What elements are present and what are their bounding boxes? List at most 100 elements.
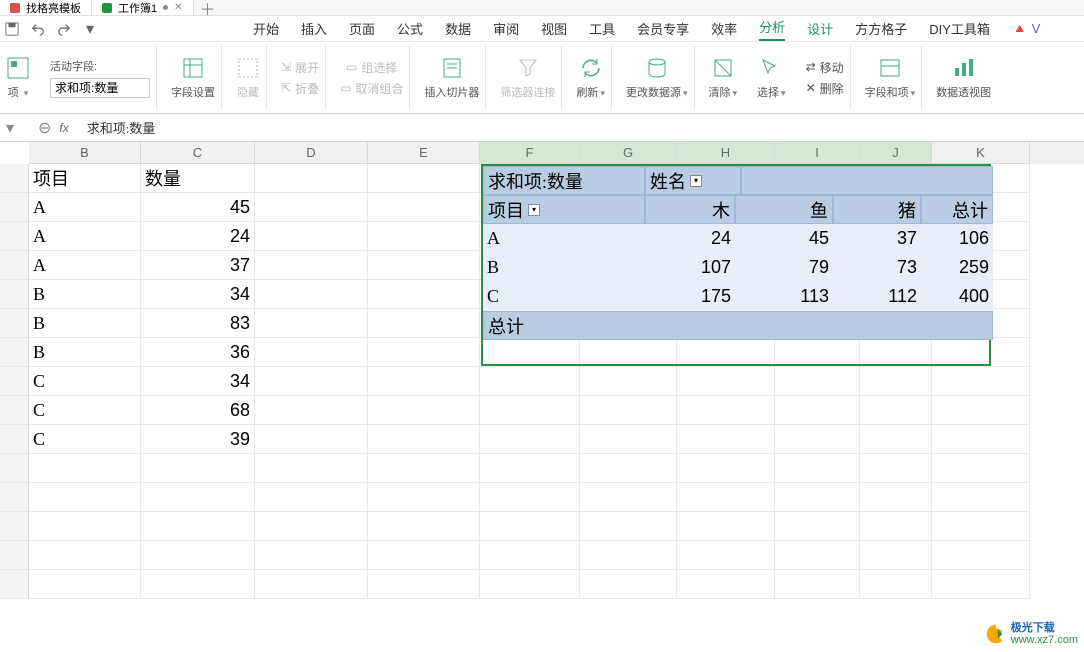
cell[interactable] [775, 541, 860, 570]
pivot-value[interactable]: 24 [645, 224, 735, 253]
ribbon-hide[interactable]: 隐藏 [230, 46, 267, 110]
cell[interactable] [480, 367, 580, 396]
column-header[interactable]: G [580, 142, 677, 164]
pivot-corner[interactable]: 求和项:数量 [483, 166, 645, 195]
cell[interactable] [580, 454, 677, 483]
cell[interactable]: 24 [141, 222, 255, 251]
pivot-hdr-blank[interactable] [741, 166, 993, 195]
cell[interactable] [255, 222, 368, 251]
pivot-total-label[interactable]: 总计 [483, 311, 993, 340]
cell[interactable] [368, 454, 480, 483]
cell[interactable] [580, 396, 677, 425]
cell[interactable] [677, 367, 775, 396]
pivot-value[interactable]: 107 [645, 253, 735, 282]
cell[interactable] [932, 396, 1030, 425]
cell[interactable] [480, 425, 580, 454]
cell[interactable] [255, 193, 368, 222]
menu-analysis[interactable]: 分析 [759, 17, 785, 41]
cell[interactable]: B [29, 338, 141, 367]
column-header[interactable]: F [480, 142, 580, 164]
cell[interactable] [255, 338, 368, 367]
add-tab-button[interactable]: ＋ [194, 0, 222, 15]
cell[interactable] [29, 541, 141, 570]
pivot-value[interactable]: 113 [735, 282, 833, 311]
cell[interactable] [368, 367, 480, 396]
row-header[interactable] [0, 164, 29, 193]
ribbon-pivot-chart[interactable]: 数据透视图 [930, 46, 997, 110]
cell[interactable]: 68 [141, 396, 255, 425]
row-header[interactable] [0, 570, 29, 599]
cell[interactable] [860, 570, 932, 599]
pivot-row-label[interactable]: A [483, 224, 645, 253]
zoom-out-icon[interactable]: ⊖ [38, 118, 51, 138]
row-header[interactable] [0, 541, 29, 570]
cell[interactable] [368, 338, 480, 367]
filter-icon[interactable]: ▾ [528, 204, 540, 216]
cell[interactable] [480, 396, 580, 425]
cell[interactable] [480, 454, 580, 483]
row-header[interactable] [0, 222, 29, 251]
column-header[interactable]: D [255, 142, 368, 164]
cell[interactable] [368, 193, 480, 222]
ribbon-fields-items[interactable]: 字段和项▾ [859, 46, 923, 110]
cell[interactable]: 83 [141, 309, 255, 338]
pivot-row-label[interactable]: B [483, 253, 645, 282]
pivot-table[interactable]: 求和项:数量姓名▾项目▾木鱼猪总计A244537106B1077973259C1… [481, 164, 991, 366]
row-header[interactable] [0, 251, 29, 280]
cell[interactable] [932, 541, 1030, 570]
menu-view[interactable]: 视图 [541, 19, 567, 38]
row-header[interactable] [0, 309, 29, 338]
pivot-value[interactable]: 106 [921, 224, 993, 253]
cell[interactable] [255, 251, 368, 280]
cell[interactable] [580, 483, 677, 512]
cell[interactable] [775, 367, 860, 396]
cell[interactable] [580, 512, 677, 541]
cell[interactable] [368, 570, 480, 599]
ribbon-change-source[interactable]: 更改数据源▾ [620, 46, 695, 110]
cell[interactable] [932, 570, 1030, 599]
cell[interactable] [677, 570, 775, 599]
cell[interactable] [368, 541, 480, 570]
ribbon-options[interactable]: 项 ▾ [6, 46, 36, 110]
cell[interactable]: 36 [141, 338, 255, 367]
move-button[interactable]: ⇄移动 [806, 59, 844, 76]
cell[interactable] [29, 570, 141, 599]
cell[interactable] [677, 483, 775, 512]
row-header[interactable] [0, 512, 29, 541]
pivot-value[interactable]: 45 [735, 224, 833, 253]
cell[interactable] [860, 396, 932, 425]
cell[interactable]: 34 [141, 280, 255, 309]
cell[interactable] [677, 425, 775, 454]
cell[interactable] [580, 541, 677, 570]
cell[interactable] [580, 367, 677, 396]
cell[interactable] [368, 164, 480, 193]
cell[interactable] [932, 367, 1030, 396]
cell[interactable] [368, 280, 480, 309]
pivot-value[interactable]: 79 [735, 253, 833, 282]
cell[interactable]: 39 [141, 425, 255, 454]
row-header[interactable] [0, 367, 29, 396]
menu-insert[interactable]: 插入 [301, 19, 327, 38]
close-icon[interactable]: ✕ [174, 2, 182, 13]
cell[interactable]: B [29, 280, 141, 309]
menu-design[interactable]: 设计 [807, 19, 833, 38]
cell[interactable] [860, 483, 932, 512]
name-box-dropdown[interactable]: ▾ [6, 118, 30, 138]
cell[interactable]: 37 [141, 251, 255, 280]
menu-page[interactable]: 页面 [349, 19, 375, 38]
pivot-value[interactable]: 175 [645, 282, 735, 311]
pivot-row-label[interactable]: C [483, 282, 645, 311]
cell[interactable]: C [29, 367, 141, 396]
filter-icon[interactable]: ▾ [690, 175, 702, 187]
pivot-col-header[interactable]: 鱼 [735, 195, 833, 224]
cell[interactable] [480, 570, 580, 599]
fx-icon[interactable]: fx [59, 121, 68, 135]
cell[interactable] [860, 454, 932, 483]
cell[interactable] [932, 425, 1030, 454]
cell[interactable]: C [29, 425, 141, 454]
menu-start[interactable]: 开始 [253, 19, 279, 38]
cell[interactable] [141, 570, 255, 599]
cell[interactable] [368, 483, 480, 512]
cell[interactable] [141, 483, 255, 512]
cell[interactable]: 项目 [29, 164, 141, 193]
